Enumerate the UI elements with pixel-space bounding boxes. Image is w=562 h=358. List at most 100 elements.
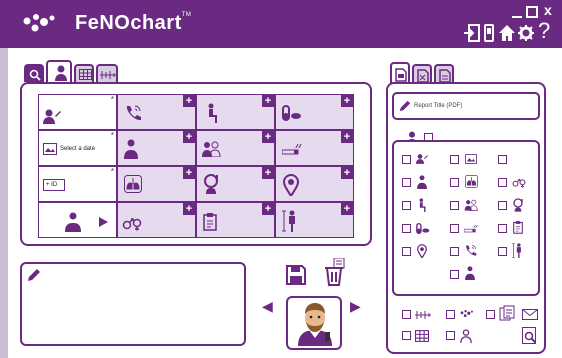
settings-icon[interactable] xyxy=(518,25,534,41)
checkbox-table[interactable] xyxy=(402,331,411,340)
home-icon[interactable] xyxy=(498,24,516,42)
left-edge xyxy=(0,48,8,358)
required-marker: * xyxy=(110,167,114,176)
add-button[interactable]: + xyxy=(262,131,274,143)
grid-cell-next-patient[interactable] xyxy=(38,202,117,238)
add-button[interactable]: + xyxy=(341,203,353,215)
notes-panel[interactable] xyxy=(20,262,246,346)
grid-cell-woman[interactable]: + xyxy=(196,166,275,202)
report-title-placeholder: Report Title (PDF) xyxy=(414,103,463,109)
table-icon xyxy=(79,69,92,80)
grid-cell-family[interactable]: + xyxy=(196,130,275,166)
tab-person[interactable] xyxy=(46,60,72,84)
seated-person-icon xyxy=(419,198,426,212)
save-icon[interactable] xyxy=(286,265,306,285)
minimize-icon[interactable] xyxy=(512,6,522,18)
close-icon[interactable]: x xyxy=(544,2,552,18)
add-button[interactable]: + xyxy=(262,167,274,179)
add-button[interactable]: + xyxy=(262,95,274,107)
id-card-icon: + ID xyxy=(43,179,65,191)
checkbox-empty[interactable] xyxy=(498,155,507,164)
add-button[interactable]: + xyxy=(183,95,195,107)
doctor-icon xyxy=(417,175,427,189)
seated-person-icon xyxy=(208,103,217,123)
add-button[interactable]: + xyxy=(341,95,353,107)
checkbox-doctor-2[interactable] xyxy=(450,270,459,279)
grid-cell-medication[interactable]: + xyxy=(275,94,354,130)
person-outline-icon xyxy=(460,329,472,343)
family-icon xyxy=(464,199,478,211)
phone-icon xyxy=(126,105,141,121)
add-button[interactable]: + xyxy=(341,167,353,179)
location-pin-icon xyxy=(283,174,299,196)
tab-excel[interactable] xyxy=(412,64,432,84)
grid-cell-location[interactable]: + xyxy=(275,166,354,202)
grid-cell-date[interactable]: * Select a date xyxy=(38,130,117,166)
woman-icon xyxy=(204,174,218,194)
checkbox-clipboard[interactable] xyxy=(498,224,507,233)
grid-cell-lungs[interactable]: + xyxy=(117,166,196,202)
help-icon[interactable]: ? xyxy=(538,18,550,44)
add-button[interactable]: + xyxy=(183,203,195,215)
add-button[interactable]: + xyxy=(183,131,195,143)
attachment-icon xyxy=(499,305,515,321)
add-button[interactable]: + xyxy=(183,167,195,179)
grid-cell-doctor[interactable]: + xyxy=(117,130,196,166)
grid-cell-patient[interactable]: * xyxy=(38,94,117,130)
grid-cell-id[interactable]: * + ID xyxy=(38,166,117,202)
checkbox-person[interactable] xyxy=(446,331,455,340)
prev-arrow[interactable]: ◀ xyxy=(262,298,273,315)
next-arrow[interactable]: ▶ xyxy=(350,298,361,315)
cigarette-icon xyxy=(282,143,302,155)
checkbox-date[interactable] xyxy=(450,155,459,164)
checkbox-logo[interactable] xyxy=(446,310,455,319)
logout-icon[interactable] xyxy=(464,24,480,42)
date-label: Select a date xyxy=(60,146,96,152)
maximize-icon[interactable] xyxy=(526,6,538,18)
tab-timeline[interactable] xyxy=(96,64,118,82)
checkbox-patient[interactable] xyxy=(402,155,411,164)
checkbox-woman[interactable] xyxy=(498,201,507,210)
avatar[interactable] xyxy=(286,296,342,350)
play-icon[interactable] xyxy=(99,217,108,227)
tab-table[interactable] xyxy=(74,64,94,82)
checkbox-phone[interactable] xyxy=(450,247,459,256)
grid-cell-clipboard[interactable]: + xyxy=(196,202,275,238)
pdf-icon xyxy=(395,68,407,82)
lungs-icon xyxy=(124,175,142,193)
tab-document[interactable] xyxy=(434,64,454,84)
pills-icon xyxy=(416,223,430,234)
grid-cell-smoking[interactable]: + xyxy=(275,130,354,166)
checkbox-height[interactable] xyxy=(498,247,507,256)
checkbox-family[interactable] xyxy=(450,201,459,210)
checkbox-lungs[interactable] xyxy=(450,178,459,187)
preview-icon[interactable] xyxy=(522,327,538,345)
checkbox-seated[interactable] xyxy=(402,201,411,210)
delete-icon[interactable] xyxy=(322,258,346,286)
checkbox-location[interactable] xyxy=(402,247,411,256)
timeline-icon xyxy=(415,311,431,319)
checkbox-medication[interactable] xyxy=(402,224,411,233)
mobile-icon[interactable] xyxy=(484,24,494,42)
checkbox-attachment[interactable] xyxy=(486,310,495,319)
checkbox-gender[interactable] xyxy=(498,178,507,187)
timeline-icon xyxy=(100,71,116,79)
tab-pdf[interactable] xyxy=(390,62,410,84)
checkbox-smoking[interactable] xyxy=(450,224,459,233)
grid-cell-height[interactable]: + xyxy=(275,202,354,238)
grid-cell-seated[interactable]: + xyxy=(196,94,275,130)
grid-cell-phone[interactable]: + xyxy=(117,94,196,130)
checkbox-timeline[interactable] xyxy=(402,310,411,319)
gender-icon xyxy=(122,218,142,231)
excel-icon xyxy=(417,69,429,83)
email-icon[interactable] xyxy=(522,309,538,320)
report-title-field[interactable]: Report Title (PDF) xyxy=(392,92,540,120)
add-button[interactable]: + xyxy=(341,131,353,143)
required-marker: * xyxy=(110,131,114,140)
add-button[interactable]: + xyxy=(262,203,274,215)
checkbox-doctor[interactable] xyxy=(402,178,411,187)
woman-icon xyxy=(513,198,523,212)
grid-cell-gender[interactable]: + xyxy=(117,202,196,238)
id-label: + ID xyxy=(46,182,58,188)
tab-search[interactable] xyxy=(24,64,44,82)
